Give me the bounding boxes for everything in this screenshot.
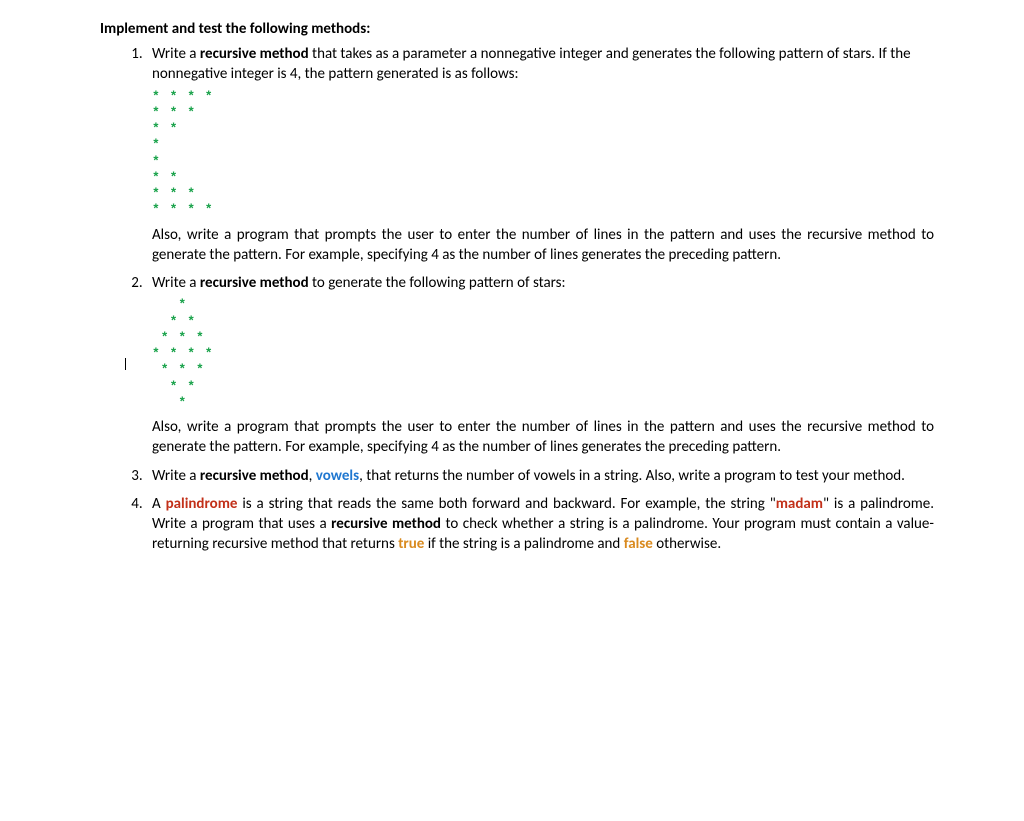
q2-star-pattern: * * * * * * * * * * * * * * * *: [152, 297, 934, 411]
text: to generate the following pattern of sta…: [309, 274, 566, 292]
q1-also: Also, write a program that prompts the u…: [152, 225, 934, 266]
q3-intro: Write a recursive method, vowels, that r…: [152, 466, 934, 486]
stars-text: * * * * * * * * * * * * * * * *: [152, 297, 214, 410]
text: otherwise.: [653, 535, 721, 553]
keyword-true: true: [398, 535, 424, 553]
q1-star-pattern: * * * * * * * * * * * * * * * * * * * *: [152, 89, 934, 219]
bold-text: recursive method: [200, 45, 309, 63]
text: is a string that reads the same both for…: [237, 495, 775, 513]
document-page: Implement and test the following methods…: [0, 0, 1024, 583]
q4-text: A palindrome is a string that reads the …: [152, 494, 934, 555]
example-madam: madam: [776, 495, 823, 513]
bold-text: recursive method: [200, 467, 309, 485]
term-palindrome: palindrome: [166, 495, 238, 513]
method-name-vowels: vowels: [316, 467, 359, 485]
question-item-3: Write a recursive method, vowels, that r…: [146, 466, 934, 486]
text-cursor-icon: [125, 358, 126, 370]
q1-intro: Write a recursive method that takes as a…: [152, 44, 934, 85]
bold-text: recursive method: [331, 515, 441, 533]
text: Write a: [152, 274, 200, 292]
page-title: Implement and test the following methods…: [100, 20, 934, 38]
keyword-false: false: [624, 535, 653, 553]
text: Write a: [152, 45, 200, 63]
text: ,: [309, 467, 316, 485]
question-item-4: A palindrome is a string that reads the …: [146, 494, 934, 555]
text: if the string is a palindrome and: [424, 535, 623, 553]
q2-intro: Write a recursive method to generate the…: [152, 273, 934, 293]
question-item-2: Write a recursive method to generate the…: [146, 273, 934, 458]
q2-also: Also, write a program that prompts the u…: [152, 417, 934, 458]
question-item-1: Write a recursive method that takes as a…: [146, 44, 934, 265]
bold-text: recursive method: [200, 274, 309, 292]
text: , that returns the number of vowels in a…: [359, 467, 905, 485]
text: Write a: [152, 467, 200, 485]
question-list: Write a recursive method that takes as a…: [100, 44, 934, 555]
text: A: [152, 495, 166, 513]
